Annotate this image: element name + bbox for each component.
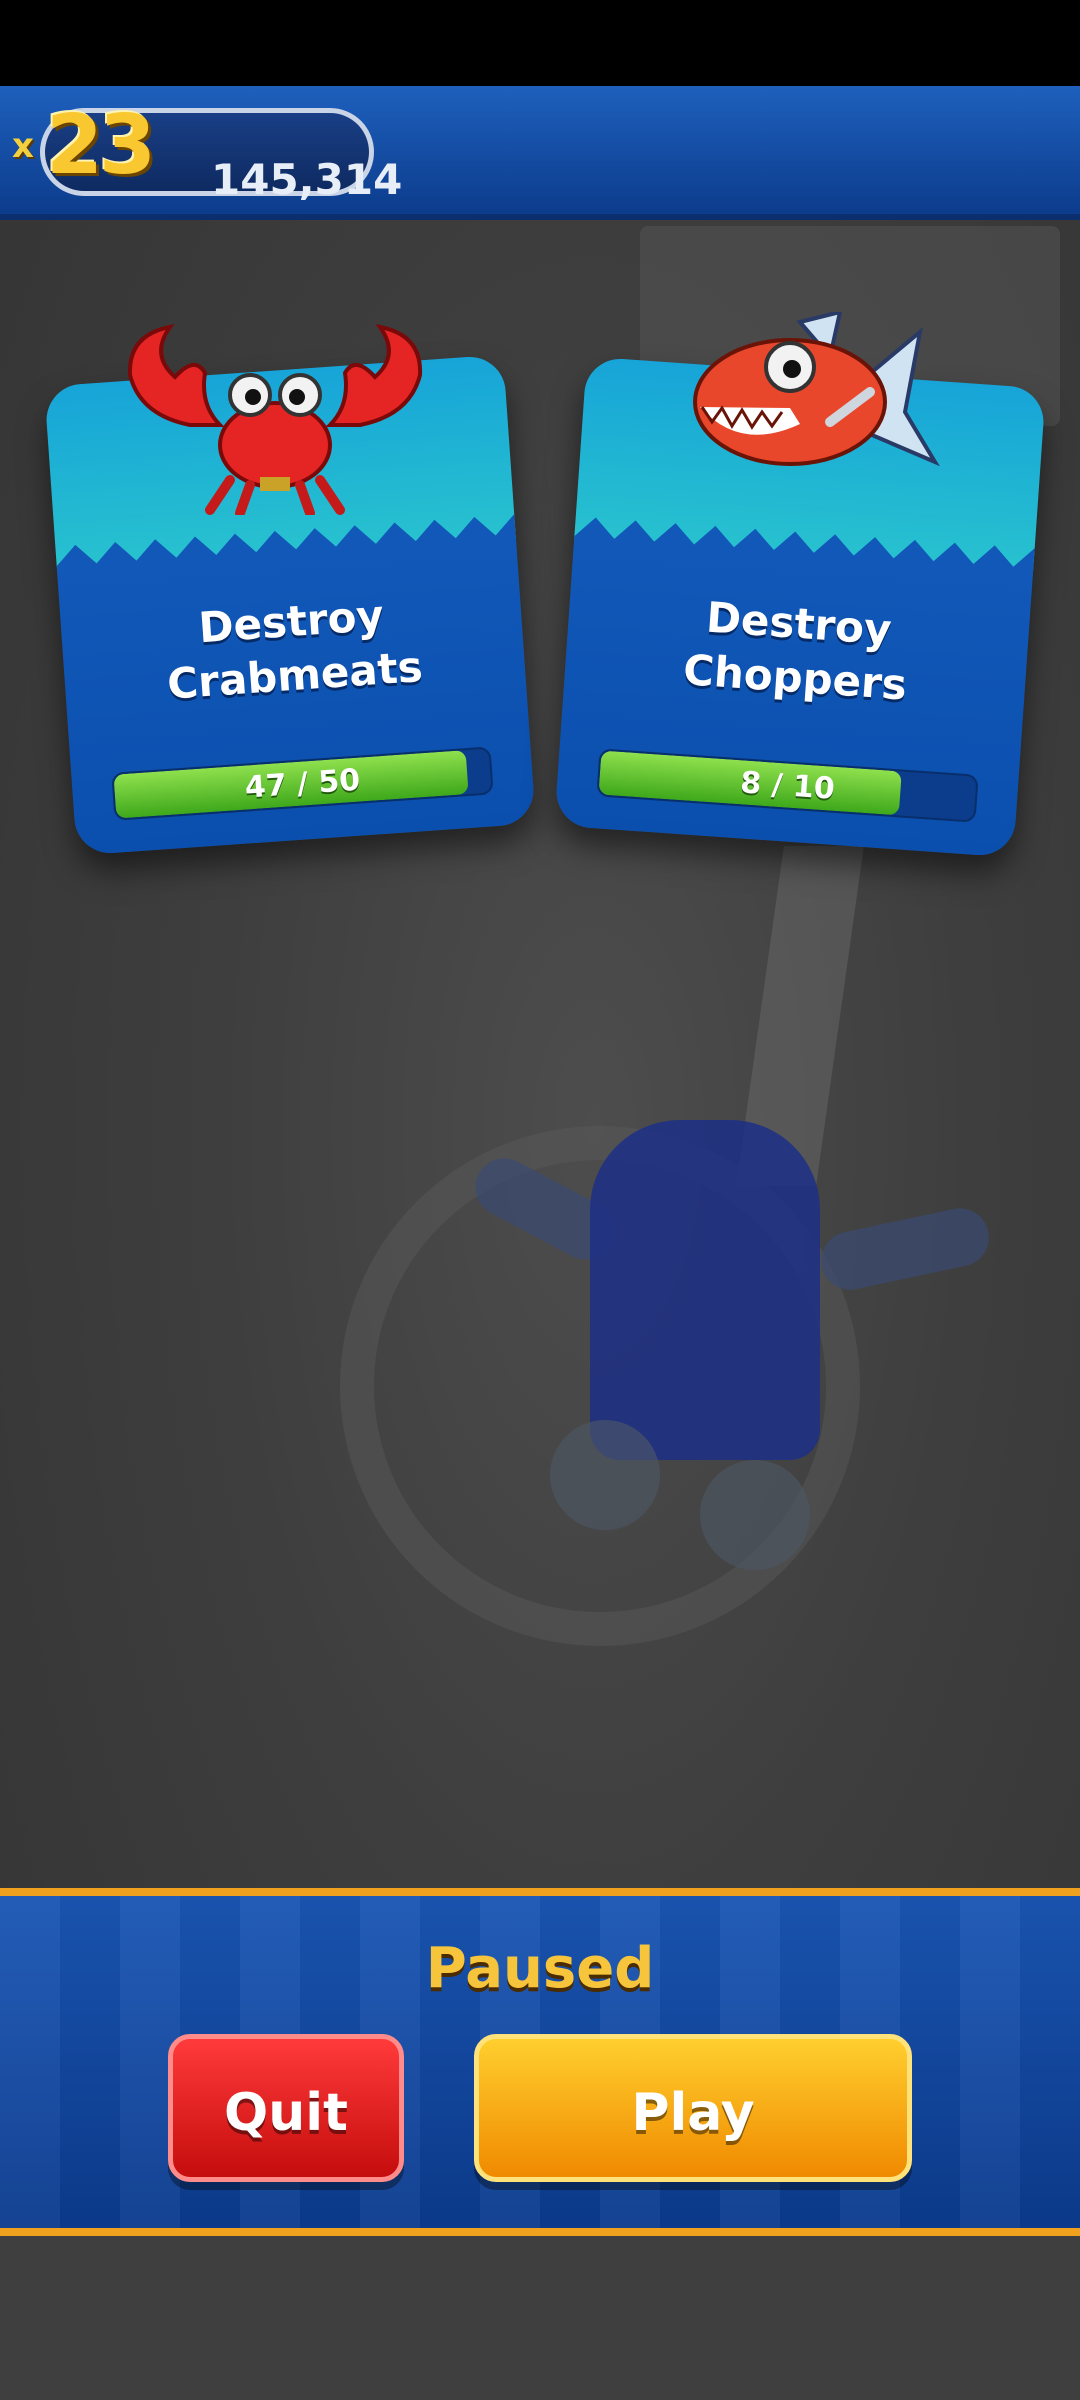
- character-body: [590, 1120, 820, 1460]
- paused-title: Paused: [425, 1936, 655, 2001]
- character-left-foot: [550, 1420, 660, 1530]
- character-right-foot: [700, 1460, 810, 1570]
- pause-panel: Paused Quit Play: [0, 1888, 1080, 2236]
- mission-title: Destroy Crabmeats: [165, 590, 425, 709]
- wave-divider: [573, 517, 1035, 589]
- multiplier-prefix: x: [12, 126, 34, 166]
- play-button[interactable]: Play: [474, 2034, 912, 2182]
- hud-top-bar: 145,314 x 23: [0, 86, 1080, 220]
- character-right-arm: [815, 1202, 995, 1296]
- mission-progress-bar: 47 / 50: [111, 746, 494, 821]
- game-scene-bottom: [0, 2236, 1080, 2400]
- mission-progress-bar: 8 / 10: [596, 748, 979, 823]
- chopper-fish-icon: [693, 312, 940, 467]
- wave-divider: [56, 514, 517, 587]
- score-multiplier: 23: [46, 98, 156, 193]
- status-bar: [0, 0, 1080, 86]
- mission-title: Destroy Choppers: [681, 592, 909, 710]
- quit-button[interactable]: Quit: [168, 2034, 404, 2182]
- crabmeat-icon: [127, 324, 423, 515]
- progress-text: 8 / 10: [739, 765, 836, 807]
- score-value: 145,314: [211, 155, 403, 204]
- progress-text: 47 / 50: [243, 762, 362, 806]
- runner-character: [465, 1090, 1000, 1610]
